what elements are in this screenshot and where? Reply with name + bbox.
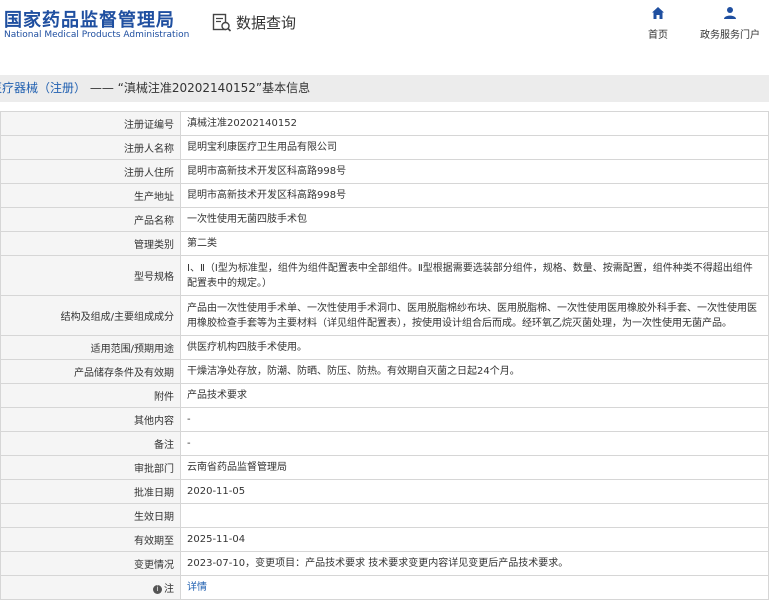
nav-service-portal[interactable]: 政务服务门户 [700, 6, 760, 41]
home-icon [648, 6, 668, 20]
table-row: 审批部门 云南省药品监督管理局 [0, 455, 769, 480]
field-value: 2020-11-05 [180, 479, 769, 504]
registration-info-table: 注册证编号 滇械注准20202140152 注册人名称 昆明宝利康医疗卫生用品有限公… [0, 111, 769, 600]
table-row: 生产地址 昆明市高新技术开发区科高路998号 [0, 183, 769, 208]
field-value: 昆明市高新技术开发区科高路998号 [180, 159, 769, 184]
table-row: 有效期至 2025-11-04 [0, 527, 769, 552]
breadcrumb-separator: —— [86, 81, 118, 95]
data-query-icon [212, 13, 232, 33]
table-row: 管理类别 第二类 [0, 231, 769, 256]
field-value: 滇械注准20202140152 [180, 111, 769, 136]
field-label: 产品名称 [0, 207, 181, 232]
field-label: 结构及组成/主要组成成分 [0, 295, 181, 336]
field-label: 有效期至 [0, 527, 181, 552]
info-icon: i [153, 584, 162, 594]
table-row: i注 详情 [0, 575, 769, 600]
table-row: 批准日期 2020-11-05 [0, 479, 769, 504]
user-icon [700, 6, 760, 20]
field-value: 干燥洁净处存放，防潮、防晒、防压、防热。有效期自灭菌之日起24个月。 [180, 359, 769, 384]
field-value: 昆明宝利康医疗卫生用品有限公司 [180, 135, 769, 160]
field-label: 型号规格 [0, 255, 181, 296]
field-value: 2025-11-04 [180, 527, 769, 552]
field-value: 云南省药品监督管理局 [180, 455, 769, 480]
field-value: - [180, 407, 769, 432]
field-value: 一次性使用无菌四肢手术包 [180, 207, 769, 232]
table-row: 变更情况 2023-07-10，变更项目：产品技术要求 技术要求变更内容详见变更后… [0, 551, 769, 576]
table-row: 注册证编号 滇械注准20202140152 [0, 111, 769, 136]
field-label: 生产地址 [0, 183, 181, 208]
data-query-title: 数据查询 [236, 14, 297, 32]
field-value [180, 503, 769, 528]
record-title-bar: 医疗器械（注册） —— “滇械注准20202140152”基本信息 [0, 75, 769, 102]
field-value: 产品技术要求 [180, 383, 769, 408]
field-label: 管理类别 [0, 231, 181, 256]
field-label: 附件 [0, 383, 181, 408]
field-label: 备注 [0, 431, 181, 456]
field-value: - [180, 431, 769, 456]
table-row: 附件 产品技术要求 [0, 383, 769, 408]
field-label: 变更情况 [0, 551, 181, 576]
data-query-heading[interactable]: 数据查询 [212, 12, 296, 33]
field-value: Ⅰ、Ⅱ（Ⅰ型为标准型，组件为组件配置表中全部组件。Ⅱ型根据需要选装部分组件，规格… [180, 255, 769, 296]
table-row: 结构及组成/主要组成成分 产品由一次性使用手术单、一次性使用手术洞巾、医用脱脂棉纱… [0, 295, 769, 336]
field-label: 其他内容 [0, 407, 181, 432]
table-row: 产品名称 一次性使用无菌四肢手术包 [0, 207, 769, 232]
field-value: 产品由一次性使用手术单、一次性使用手术洞巾、医用脱脂棉纱布块、医用脱脂棉、一次性… [180, 295, 769, 336]
field-label: 审批部门 [0, 455, 181, 480]
field-value: 供医疗机构四肢手术使用。 [180, 335, 769, 360]
field-label: 批准日期 [0, 479, 181, 504]
nav-home-label: 首页 [648, 30, 668, 41]
site-logo-subtitle: National Medical Products Administration [4, 30, 190, 40]
nav-service-portal-label: 政务服务门户 [700, 30, 760, 41]
table-row: 注册人名称 昆明宝利康医疗卫生用品有限公司 [0, 135, 769, 160]
table-row: 其他内容 - [0, 407, 769, 432]
field-value: 2023-07-10，变更项目：产品技术要求 技术要求变更内容详见变更后产品技术… [180, 551, 769, 576]
field-label: 产品储存条件及有效期 [0, 359, 181, 384]
site-header: 国家药品监督管理局 National Medical Products Admi… [0, 0, 769, 50]
note-label-cell: i注 [0, 575, 181, 600]
field-label: 适用范围/预期用途 [0, 335, 181, 360]
field-label: 注册人名称 [0, 135, 181, 160]
site-logo-title[interactable]: 国家药品监督管理局 [4, 6, 175, 32]
field-label: 生效日期 [0, 503, 181, 528]
field-label: 注册证编号 [0, 111, 181, 136]
field-value: 昆明市高新技术开发区科高路998号 [180, 183, 769, 208]
table-row: 适用范围/预期用途 供医疗机构四肢手术使用。 [0, 335, 769, 360]
table-row: 型号规格 Ⅰ、Ⅱ（Ⅰ型为标准型，组件为组件配置表中全部组件。Ⅱ型根据需要选装部分组… [0, 255, 769, 296]
field-label: 注册人住所 [0, 159, 181, 184]
field-value: 第二类 [180, 231, 769, 256]
details-link[interactable]: 详情 [187, 582, 207, 593]
nav-home[interactable]: 首页 [648, 6, 668, 41]
note-value-cell: 详情 [180, 575, 769, 600]
note-label: 注 [164, 584, 174, 595]
table-row: 备注 - [0, 431, 769, 456]
table-row: 注册人住所 昆明市高新技术开发区科高路998号 [0, 159, 769, 184]
table-row: 生效日期 [0, 503, 769, 528]
table-row: 产品储存条件及有效期 干燥洁净处存放，防潮、防晒、防压、防热。有效期自灭菌之日起2… [0, 359, 769, 384]
breadcrumb-category-link[interactable]: 医疗器械（注册） [0, 81, 86, 95]
record-title: “滇械注准20202140152”基本信息 [117, 81, 311, 95]
